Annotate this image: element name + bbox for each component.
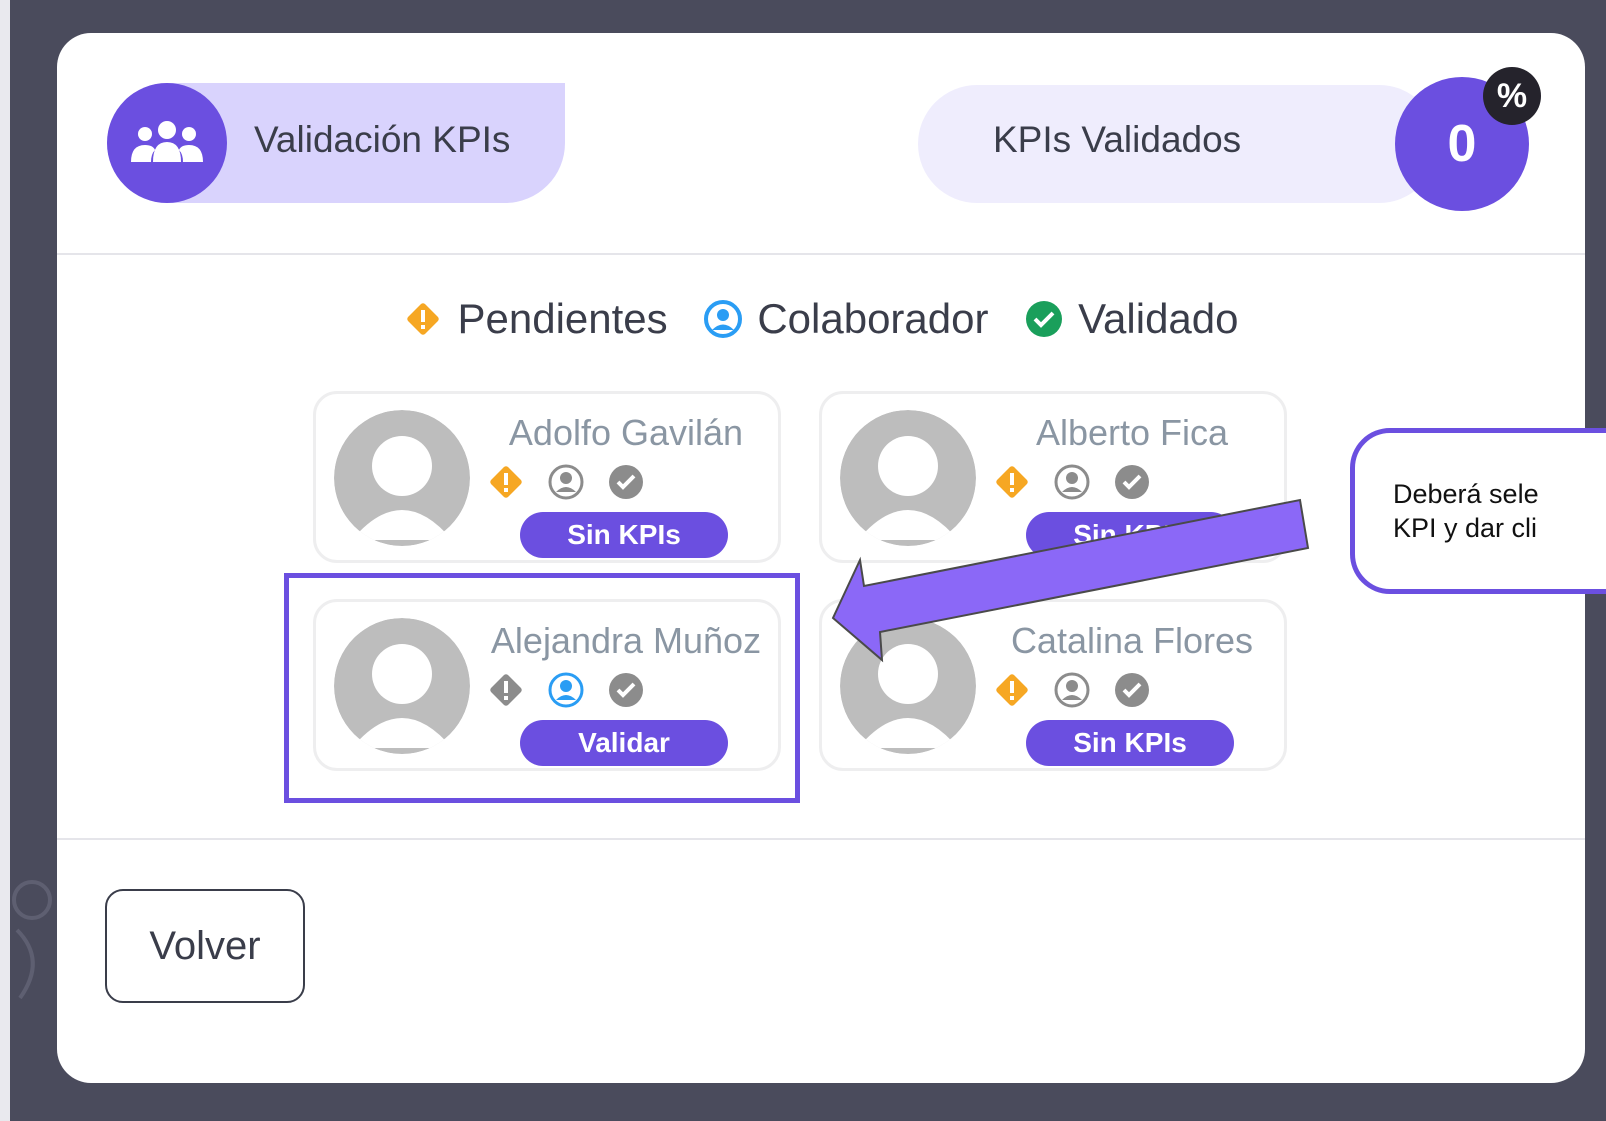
legend-pending-label: Pendientes xyxy=(457,295,668,342)
collaborator-name: Alberto Fica xyxy=(1035,412,1229,453)
collaborator-name: Adolfo Gavilán xyxy=(508,412,744,453)
validated-status-icon xyxy=(1112,670,1152,710)
background-panel-edge xyxy=(0,0,10,1121)
no-kpis-button[interactable]: Sin KPIs xyxy=(1026,512,1234,558)
pending-status-icon xyxy=(992,670,1032,710)
check-circle-icon xyxy=(1026,301,1063,337)
validated-kpis-label: KPIs Validados xyxy=(993,119,1242,160)
validated-status-icon xyxy=(1112,462,1152,502)
collaborator-card[interactable]: Alberto Fica Sin KPIs xyxy=(819,391,1287,563)
collaborator-card[interactable]: Catalina Flores Sin KPIs xyxy=(819,599,1287,771)
avatar xyxy=(840,618,976,754)
no-kpis-button[interactable]: Sin KPIs xyxy=(1026,720,1234,766)
help-icon xyxy=(12,880,52,1000)
status-icons xyxy=(486,462,646,502)
avatar xyxy=(334,410,470,546)
legend-collaborator: Colaborador xyxy=(703,295,988,343)
highlight-box xyxy=(284,573,800,803)
legend: Pendientes Colaborador Validado xyxy=(57,295,1585,349)
collaborator-status-icon xyxy=(546,462,586,502)
collaborator-status-icon xyxy=(1052,462,1092,502)
callout-text: Deberá sele KPI y dar cli xyxy=(1393,479,1539,543)
footer-divider xyxy=(57,838,1585,840)
page-title: Validación KPIs xyxy=(254,119,511,160)
avatar xyxy=(840,410,976,546)
team-icon xyxy=(107,83,227,203)
legend-pending: Pendientes xyxy=(403,295,668,343)
percent-badge: % xyxy=(1483,67,1541,125)
instruction-callout: Deberá sele KPI y dar cli xyxy=(1350,428,1606,594)
back-button[interactable]: Volver xyxy=(105,889,305,1003)
status-icons xyxy=(992,670,1152,710)
pending-status-icon xyxy=(486,462,526,502)
validated-status-icon xyxy=(606,462,646,502)
no-kpis-button[interactable]: Sin KPIs xyxy=(520,512,728,558)
status-icons xyxy=(992,462,1152,502)
legend-collaborator-label: Colaborador xyxy=(757,295,989,342)
legend-validated-label: Validado xyxy=(1078,295,1239,342)
legend-validated: Validado xyxy=(1024,295,1239,343)
collaborator-name: Catalina Flores xyxy=(1010,620,1254,661)
modal-header: Validación KPIs KPIs Validados 0 % xyxy=(57,33,1585,255)
collaborator-status-icon xyxy=(1052,670,1092,710)
collaborator-card[interactable]: Adolfo Gavilán Sin KPIs xyxy=(313,391,781,563)
pending-status-icon xyxy=(992,462,1032,502)
user-circle-icon xyxy=(704,300,743,338)
diamond-alert-icon xyxy=(407,303,440,335)
